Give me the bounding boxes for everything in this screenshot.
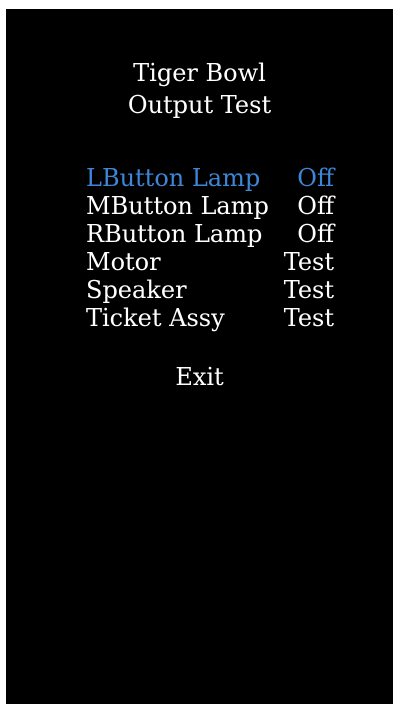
menu-item-lbutton-lamp[interactable]: LButton Lamp Off xyxy=(86,164,334,192)
exit-button[interactable]: Exit xyxy=(6,361,393,393)
menu-item-label: Speaker xyxy=(86,276,187,304)
menu-item-mbutton-lamp[interactable]: MButton Lamp Off xyxy=(86,192,334,220)
menu-item-ticket-assy[interactable]: Ticket Assy Test xyxy=(86,304,334,332)
menu-title: Output Test xyxy=(127,91,272,119)
output-test-menu: LButton Lamp Off MButton Lamp Off RButto… xyxy=(86,164,334,332)
menu-item-value: Test xyxy=(283,304,334,332)
test-menu-screen: Tiger Bowl Output Test LButton Lamp Off … xyxy=(6,9,393,704)
menu-item-label: LButton Lamp xyxy=(86,164,261,192)
menu-item-label: MButton Lamp xyxy=(86,192,269,220)
menu-item-value: Off xyxy=(297,220,334,248)
game-title: Tiger Bowl xyxy=(133,59,266,87)
menu-item-value: Test xyxy=(283,276,334,304)
menu-item-label: Ticket Assy xyxy=(86,304,225,332)
menu-item-value: Off xyxy=(297,164,334,192)
menu-item-value: Off xyxy=(297,192,334,220)
menu-item-speaker[interactable]: Speaker Test xyxy=(86,276,334,304)
menu-item-label: RButton Lamp xyxy=(86,220,263,248)
menu-item-label: Motor xyxy=(86,248,161,276)
menu-item-rbutton-lamp[interactable]: RButton Lamp Off xyxy=(86,220,334,248)
menu-item-motor[interactable]: Motor Test xyxy=(86,248,334,276)
menu-item-value: Test xyxy=(283,248,334,276)
